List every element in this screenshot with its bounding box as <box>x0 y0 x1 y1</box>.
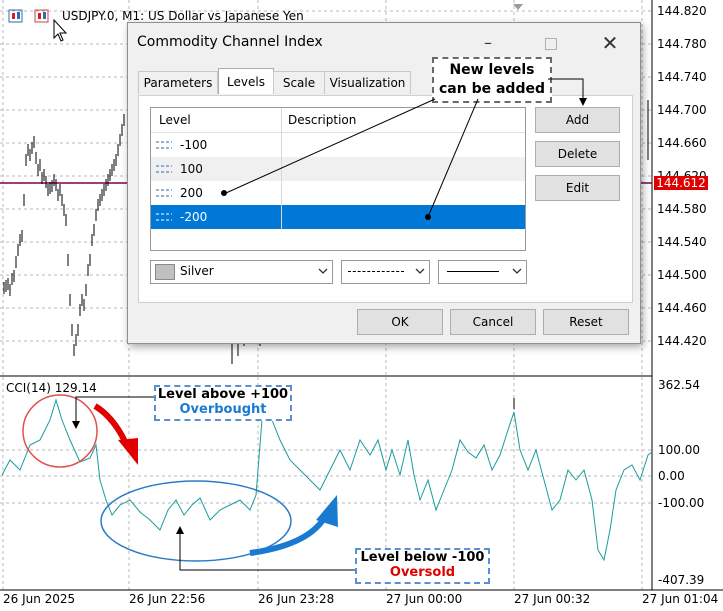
ok-button[interactable]: OK <box>357 309 443 335</box>
time-tick-label: 27 Jun 00:32 <box>514 592 591 606</box>
price-tick-label: 144.700 <box>657 103 707 117</box>
time-tick-label: 27 Jun 00:00 <box>386 592 463 606</box>
level-color-select[interactable]: Silver <box>150 260 333 284</box>
level-row[interactable]: 200 <box>151 181 525 205</box>
level-row[interactable]: -100 <box>151 133 525 157</box>
dashed-line-icon <box>156 213 172 221</box>
tab-visualization[interactable]: Visualization <box>324 71 411 94</box>
levels-panel: Level Description -100 100 200 -200 Add Del… <box>138 95 633 303</box>
tab-levels[interactable]: Levels <box>218 68 274 94</box>
level-column-header[interactable]: Level <box>159 113 191 127</box>
new-levels-line2: can be added <box>439 81 545 97</box>
chevron-down-icon <box>512 268 522 274</box>
line-width-select[interactable] <box>438 260 527 284</box>
dashed-line-icon <box>156 141 172 149</box>
overbought-callout-line1: Level above +100 <box>157 387 289 402</box>
blue-arrow-shaft <box>249 513 329 556</box>
level-row[interactable]: -200 <box>151 205 525 229</box>
minimize-icon[interactable]: – <box>466 27 510 59</box>
add-button[interactable]: Add <box>535 107 620 133</box>
dialog-title: Commodity Channel Index <box>137 34 323 50</box>
tab-parameters[interactable]: Parameters <box>138 71 218 94</box>
tab-scale[interactable]: Scale <box>273 71 325 94</box>
price-tick-label: 144.500 <box>657 268 707 282</box>
solid-width-preview <box>447 271 499 272</box>
levels-table: Level Description -100 100 200 -200 <box>150 107 526 251</box>
cci-tick-label: -407.39 <box>658 573 705 587</box>
color-combo-value: Silver <box>180 264 214 278</box>
price-tick-label: 144.820 <box>657 4 707 18</box>
reset-button[interactable]: Reset <box>543 309 629 335</box>
time-tick-label: 26 Jun 22:56 <box>129 592 206 606</box>
level-value: 200 <box>180 186 203 200</box>
close-icon[interactable]: ✕ <box>588 27 632 59</box>
dashed-line-icon <box>156 165 172 173</box>
maximize-icon[interactable] <box>528 27 572 59</box>
time-tick-label: 26 Jun 23:28 <box>258 592 335 606</box>
edit-button[interactable]: Edit <box>535 175 620 201</box>
oversold-callout: Level below -100 Oversold <box>355 548 490 584</box>
dashed-style-preview <box>348 271 404 272</box>
price-tick-label: 144.580 <box>657 202 707 216</box>
description-column-header[interactable]: Description <box>288 113 356 127</box>
mouse-cursor-icon <box>53 18 68 42</box>
cancel-button[interactable]: Cancel <box>450 309 536 335</box>
price-tick-label: 144.740 <box>657 70 707 84</box>
indicator-dialog: Commodity Channel Index – ✕ Parameters L… <box>127 22 641 344</box>
overbought-callout: Level above +100 Overbought <box>154 385 292 421</box>
table-header: Level Description <box>151 108 525 133</box>
color-swatch <box>155 264 175 280</box>
cci-tick-label: 0.00 <box>658 469 685 483</box>
oversold-callout-line1: Level below -100 <box>360 550 485 565</box>
price-tick-label: 144.460 <box>657 301 707 315</box>
line-style-select[interactable] <box>341 260 430 284</box>
chevron-down-icon <box>415 268 425 274</box>
level-value: -100 <box>180 138 208 152</box>
level-row[interactable]: 100 <box>151 157 525 181</box>
level-value: -200 <box>180 210 208 224</box>
new-levels-line1: New levels <box>449 62 535 78</box>
oversold-callout-line2: Oversold <box>389 565 456 580</box>
overbought-ellipse <box>22 394 98 468</box>
cci-tick-label: -100.00 <box>658 496 705 510</box>
price-tick-label: 144.780 <box>657 37 707 51</box>
chart-symbol-title: USDJPY.0, M1: US Dollar vs Japanese Yen <box>62 9 304 23</box>
price-tick-label: 144.540 <box>657 235 707 249</box>
chart-settings-icon[interactable] <box>34 9 49 23</box>
cci-line <box>1 394 653 562</box>
time-tick-label: 27 Jun 01:04 <box>642 592 719 606</box>
price-tick-label: 144.660 <box>657 136 707 150</box>
red-arrow-head <box>118 438 138 465</box>
overbought-callout-line2: Overbought <box>179 402 267 417</box>
time-tick-label: 26 Jun 2025 <box>3 592 76 606</box>
dashed-line-icon <box>156 189 172 197</box>
level-value: 100 <box>180 162 203 176</box>
price-tick-label: 144.420 <box>657 334 707 348</box>
chevron-down-icon <box>318 268 328 274</box>
cci-tick-label: 362.54 <box>658 378 700 392</box>
new-levels-callout: New levels can be added <box>432 57 552 103</box>
delete-button[interactable]: Delete <box>535 141 620 167</box>
current-price-tag: 144.612 <box>654 176 708 190</box>
cci-label: CCI(14) 129.14 <box>6 381 97 395</box>
cci-tick-label: 100.00 <box>658 443 700 457</box>
chart-bars-icon[interactable] <box>8 9 23 23</box>
